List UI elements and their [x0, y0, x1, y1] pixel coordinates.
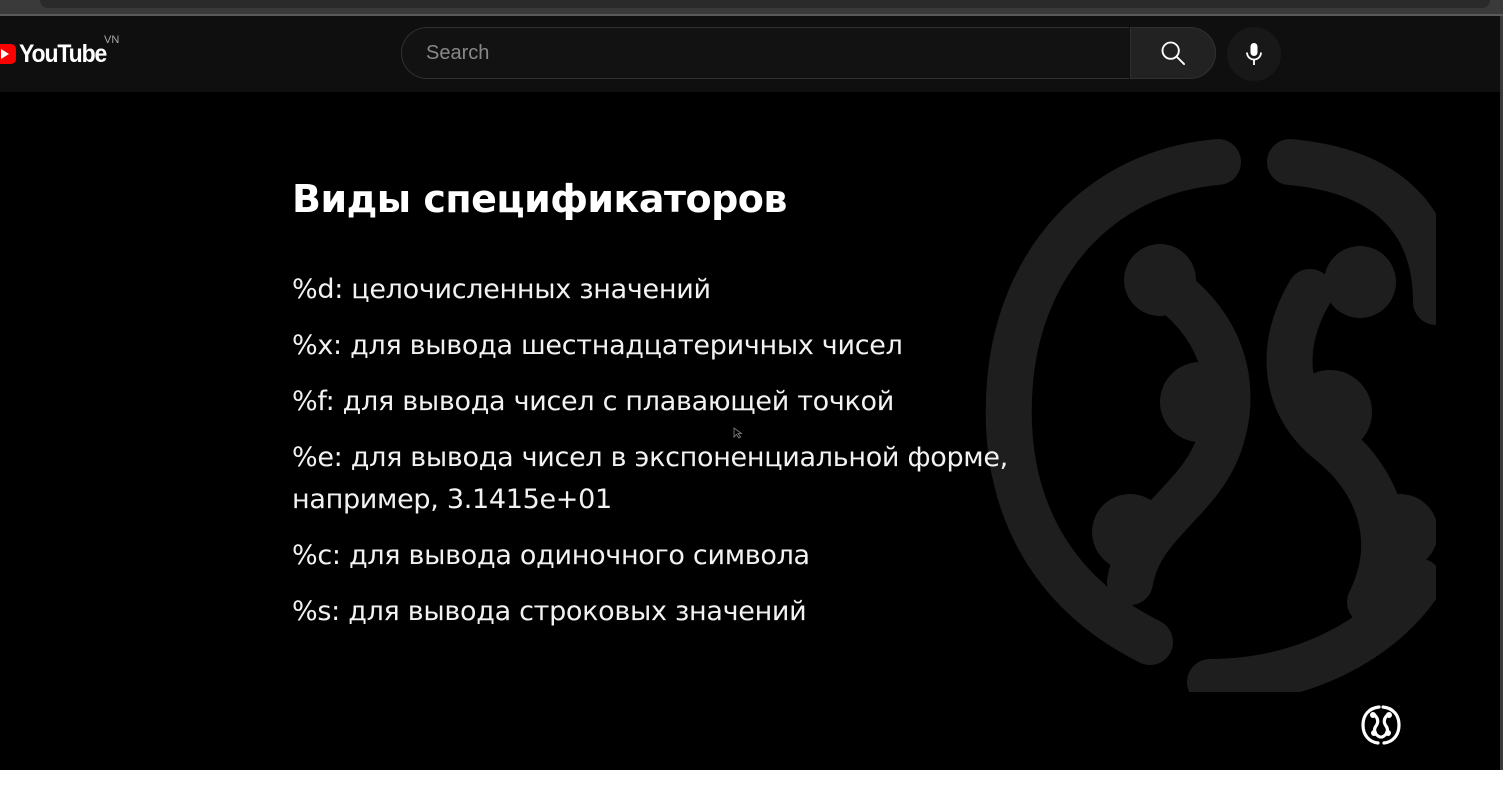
search-input[interactable]: [424, 40, 1108, 66]
slide-item-s: %s: для вывода строковых значений: [292, 596, 807, 627]
voice-search-button[interactable]: [1227, 27, 1281, 81]
search-box: [401, 27, 1129, 79]
slide-item-f: %f: для вывода чисел с плавающей точкой: [292, 386, 894, 417]
slide-item-e: %e: для вывода чисел в экспоненциальной …: [292, 442, 1008, 473]
slide-item-e-example: например, 3.1415e+01: [292, 484, 612, 515]
browser-address-area: [40, 0, 1490, 8]
slide-item-c: %c: для вывода одиночного символа: [292, 540, 810, 571]
microphone-icon: [1246, 43, 1262, 65]
brain-logo-watermark-icon: [985, 139, 1436, 692]
channel-brain-logo-icon: [1361, 705, 1401, 745]
search-button[interactable]: [1130, 27, 1216, 79]
video-player[interactable]: Виды спецификаторов %d: целочисленных зн…: [0, 92, 1500, 770]
mouse-cursor-icon: [733, 427, 743, 439]
slide-item-x: %x: для вывода шестнадцатеричных чисел: [292, 330, 903, 361]
slide-title: Виды спецификаторов: [292, 177, 787, 221]
country-code: VN: [104, 34, 120, 46]
masthead: YouTube VN: [0, 16, 1503, 92]
slide-item-d: %d: целочисленных значений: [292, 274, 711, 305]
logo-text: YouTube: [19, 39, 107, 68]
search-icon: [1161, 41, 1186, 66]
youtube-logo[interactable]: YouTube: [0, 38, 114, 70]
browser-top-strip: [0, 0, 1503, 16]
youtube-play-icon: [0, 44, 16, 64]
